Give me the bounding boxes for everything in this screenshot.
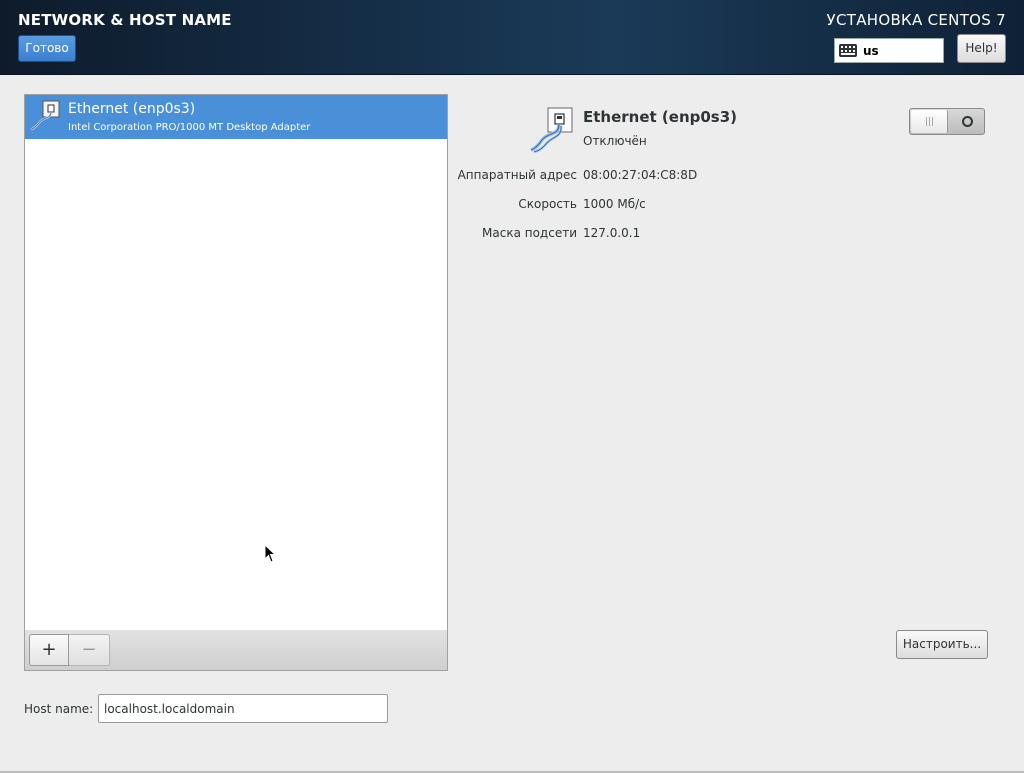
help-button[interactable]: Help! xyxy=(957,34,1006,63)
hardware-address-value: 08:00:27:04:C8:8D xyxy=(583,168,698,182)
ethernet-icon xyxy=(530,107,573,154)
hardware-address-label: Аппаратный адрес xyxy=(457,168,577,182)
connection-toggle[interactable] xyxy=(909,108,985,135)
hostname-label: Host name: xyxy=(24,702,94,716)
ethernet-icon xyxy=(30,100,60,131)
keyboard-icon xyxy=(839,44,857,57)
add-device-button[interactable]: + xyxy=(29,634,69,666)
subnet-mask-label: Маска подсети xyxy=(482,226,577,240)
top-bar: NETWORK & HOST NAME Готово УСТАНОВКА CEN… xyxy=(0,0,1024,75)
subnet-mask-value: 127.0.0.1 xyxy=(583,226,641,240)
page-title: NETWORK & HOST NAME xyxy=(18,11,232,29)
done-button[interactable]: Готово xyxy=(18,35,76,62)
mouse-pointer-icon xyxy=(264,544,276,563)
device-list-toolbar: + − xyxy=(24,630,448,671)
connection-status: Отключён xyxy=(583,134,647,148)
detail-device-name: Ethernet (enp0s3) xyxy=(583,108,738,126)
product-title: УСТАНОВКА CENTOS 7 xyxy=(826,11,1006,29)
device-list-item[interactable]: Ethernet (enp0s3) Intel Corporation PRO/… xyxy=(25,95,447,139)
speed-label: Скорость xyxy=(518,197,577,211)
toggle-off-icon xyxy=(962,116,973,127)
hostname-input[interactable] xyxy=(98,694,388,723)
keyboard-layout-indicator[interactable]: us xyxy=(834,38,944,63)
configure-button[interactable]: Настроить... xyxy=(896,630,988,659)
device-name: Ethernet (enp0s3) xyxy=(68,101,196,117)
speed-value: 1000 Мб/с xyxy=(583,197,646,211)
device-description: Intel Corporation PRO/1000 MT Desktop Ad… xyxy=(68,122,311,133)
remove-device-button[interactable]: − xyxy=(69,634,110,666)
toggle-knob xyxy=(911,110,948,133)
keyboard-layout-label: us xyxy=(863,43,879,58)
